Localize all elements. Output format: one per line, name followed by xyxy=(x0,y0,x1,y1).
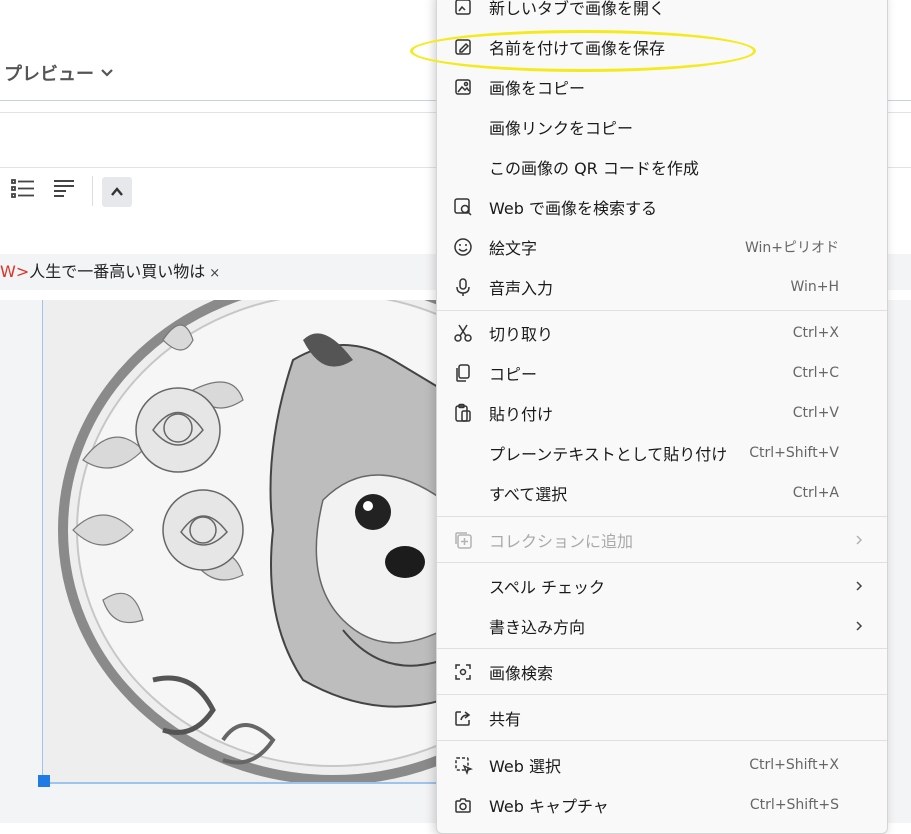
highlight-annotation xyxy=(410,30,756,72)
menu-item-writing-direction[interactable]: 書き込み方向 xyxy=(437,606,887,646)
menu-label: 共有 xyxy=(489,710,522,729)
menu-label: 画像をコピー xyxy=(489,79,586,98)
menu-shortcut: Ctrl+Shift+V xyxy=(749,445,839,461)
share-icon xyxy=(452,707,474,729)
menu-label: 画像検索 xyxy=(489,664,554,683)
chevron-right-icon xyxy=(856,621,863,631)
title-tag: W> xyxy=(0,262,30,281)
preview-dropdown[interactable]: プレビュー xyxy=(4,60,114,86)
scissors-icon xyxy=(452,322,474,344)
paste-icon xyxy=(452,402,474,424)
menu-item-copy-image[interactable]: 画像をコピー xyxy=(437,67,887,107)
chevron-right-icon xyxy=(856,581,863,591)
menu-shortcut: Win+H xyxy=(790,279,839,295)
menu-shortcut: Ctrl+A xyxy=(792,485,839,501)
menu-item-web-capture[interactable]: Web キャプチャ Ctrl+Shift+S xyxy=(437,785,887,825)
menu-shortcut: Ctrl+X xyxy=(792,325,839,341)
menu-separator xyxy=(437,516,887,517)
visual-search-icon xyxy=(452,661,474,683)
emoji-icon xyxy=(452,236,474,258)
image-resize-handle[interactable] xyxy=(38,775,50,787)
menu-item-web-select[interactable]: Web 選択 Ctrl+Shift+X xyxy=(437,745,887,785)
image-icon xyxy=(452,76,474,98)
menu-label: Web キャプチャ xyxy=(489,797,609,816)
menu-label: スペル チェック xyxy=(489,578,605,597)
sketch-image[interactable] xyxy=(42,300,443,784)
menu-label: 画像リンクをコピー xyxy=(489,119,634,138)
menu-item-open-new-tab[interactable]: 新しいタブで画像を開く xyxy=(437,0,887,27)
menu-label: 切り取り xyxy=(489,325,554,344)
menu-item-search-web[interactable]: Web で画像を検索する xyxy=(437,187,887,227)
menu-item-paste-plain[interactable]: プレーンテキストとして貼り付け Ctrl+Shift+V xyxy=(437,433,887,473)
menu-label: 絵文字 xyxy=(489,239,538,258)
menu-label: 書き込み方向 xyxy=(489,618,586,637)
web-capture-icon xyxy=(452,794,474,816)
menu-item-share[interactable]: 共有 xyxy=(437,698,887,738)
collapse-toolbar-button[interactable] xyxy=(102,177,132,207)
image-search-icon xyxy=(452,196,474,218)
menu-item-emoji[interactable]: 絵文字 Win+ピリオド xyxy=(437,227,887,267)
microphone-icon xyxy=(452,276,474,298)
menu-label: プレーンテキストとして貼り付け xyxy=(489,445,728,464)
menu-item-create-qr[interactable]: この画像の QR コードを作成 xyxy=(437,147,887,187)
menu-label: すべて選択 xyxy=(489,485,568,504)
menu-shortcut: Win+ピリオド xyxy=(744,240,839,256)
preview-label: プレビュー xyxy=(4,64,94,85)
menu-item-paste[interactable]: 貼り付け Ctrl+V xyxy=(437,393,887,433)
copy-icon xyxy=(452,362,474,384)
menu-label: コレクションに追加 xyxy=(489,532,634,551)
menu-item-visual-search[interactable]: 画像検索 xyxy=(437,652,887,692)
menu-shortcut: Ctrl+Shift+X xyxy=(749,757,839,773)
menu-separator xyxy=(437,648,887,649)
menu-shortcut: Ctrl+Shift+S xyxy=(749,797,839,813)
align-icon[interactable] xyxy=(52,176,78,202)
dog-rose-sketch-picture xyxy=(43,300,443,782)
list-icon[interactable] xyxy=(10,176,36,202)
chevron-down-icon xyxy=(101,69,113,77)
menu-label: コピー xyxy=(489,365,538,384)
menu-item-cut[interactable]: 切り取り Ctrl+X xyxy=(437,313,887,353)
menu-item-voice-input[interactable]: 音声入力 Win+H xyxy=(437,267,887,307)
collection-add-icon xyxy=(452,529,474,551)
context-menu: 新しいタブで画像を開く 名前を付けて画像を保存 画像をコピー 画像リンクをコピー… xyxy=(436,0,888,834)
remove-title-button[interactable]: × xyxy=(209,266,220,281)
menu-separator xyxy=(437,740,887,741)
menu-label: 新しいタブで画像を開く xyxy=(489,0,666,18)
menu-label: 音声入力 xyxy=(489,279,554,298)
toolbar-divider xyxy=(92,176,93,206)
menu-item-add-collection: コレクションに追加 xyxy=(437,520,887,560)
image-tab-icon xyxy=(452,0,474,18)
menu-shortcut: Ctrl+C xyxy=(792,365,839,381)
menu-separator xyxy=(437,694,887,695)
menu-separator xyxy=(437,562,887,563)
title-text[interactable]: 人生で一番高い買い物は xyxy=(29,262,205,281)
web-select-icon xyxy=(452,754,474,776)
menu-label: Web 選択 xyxy=(489,757,561,776)
menu-item-select-all[interactable]: すべて選択 Ctrl+A xyxy=(437,473,887,513)
menu-label: Web で画像を検索する xyxy=(489,199,657,218)
menu-shortcut: Ctrl+V xyxy=(792,405,839,421)
menu-label: この画像の QR コードを作成 xyxy=(489,159,699,178)
chevron-up-icon xyxy=(111,187,123,196)
menu-label: 貼り付け xyxy=(489,405,554,424)
menu-separator xyxy=(437,310,887,311)
menu-item-copy[interactable]: コピー Ctrl+C xyxy=(437,353,887,393)
menu-item-copy-image-link[interactable]: 画像リンクをコピー xyxy=(437,107,887,147)
menu-item-spell-check[interactable]: スペル チェック xyxy=(437,566,887,606)
chevron-right-icon xyxy=(856,535,863,545)
